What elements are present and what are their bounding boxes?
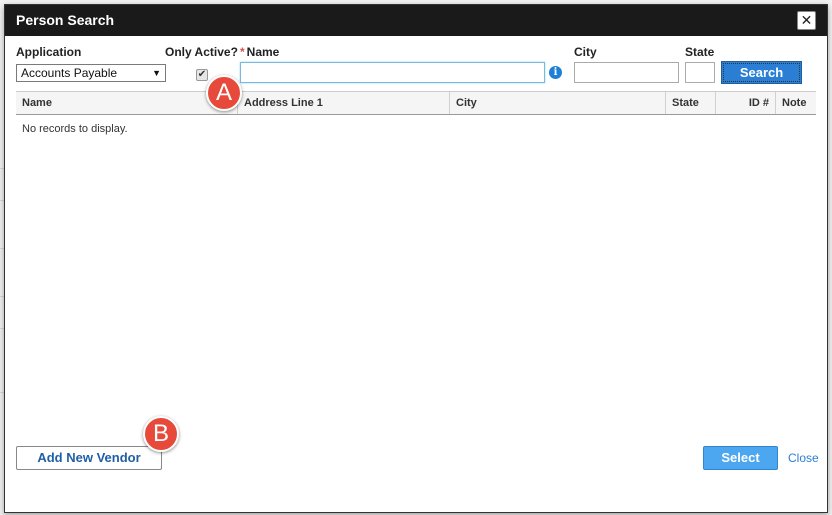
search-button[interactable]: Search	[721, 61, 802, 84]
name-input[interactable]	[240, 62, 545, 83]
column-header-name[interactable]: Name	[16, 92, 238, 114]
chevron-down-icon: ▼	[152, 68, 161, 78]
application-select[interactable]: Accounts Payable ▼	[16, 64, 166, 82]
column-header-id[interactable]: ID #	[716, 92, 776, 114]
close-icon[interactable]: ✕	[797, 11, 816, 30]
empty-results-message: No records to display.	[22, 123, 128, 135]
name-label: Name	[246, 45, 280, 59]
dialog-title: Person Search	[16, 12, 115, 28]
dialog-titlebar: Person Search ✕	[5, 5, 827, 36]
person-search-dialog: Person Search ✕ Application Accounts Pay…	[4, 4, 828, 513]
state-input[interactable]	[685, 62, 715, 83]
column-header-city[interactable]: City	[450, 92, 666, 114]
add-new-vendor-button[interactable]: Add New Vendor	[16, 446, 162, 470]
name-label-group: * Name	[240, 45, 279, 59]
state-label: State	[685, 45, 715, 59]
info-icon[interactable]: i	[549, 66, 562, 79]
city-input[interactable]	[574, 62, 679, 83]
annotation-marker-a: A	[206, 75, 242, 111]
check-icon: ✔	[197, 69, 207, 80]
application-select-value: Accounts Payable	[21, 66, 118, 80]
only-active-label: Only Active?	[165, 45, 238, 59]
only-active-checkbox[interactable]: ✔	[196, 69, 208, 81]
column-header-state[interactable]: State	[666, 92, 716, 114]
close-link[interactable]: Close	[788, 451, 819, 465]
annotation-marker-b: B	[143, 416, 179, 452]
city-label: City	[574, 45, 597, 59]
select-button[interactable]: Select	[703, 446, 778, 470]
column-header-address[interactable]: Address Line 1	[238, 92, 450, 114]
required-marker: *	[240, 45, 245, 59]
application-label: Application	[16, 45, 82, 59]
results-grid-header: Name Address Line 1 City State ID # Note	[16, 91, 816, 115]
column-header-note[interactable]: Note	[776, 92, 816, 114]
